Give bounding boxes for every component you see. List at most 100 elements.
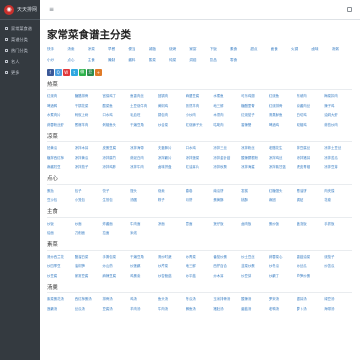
dish-link[interactable]: 包子 bbox=[75, 188, 103, 193]
dish-link[interactable]: 蒜泥白肉 bbox=[130, 155, 158, 160]
dish-link[interactable]: 香菇油菜 bbox=[297, 254, 325, 259]
category-link[interactable]: 素食 bbox=[230, 47, 250, 52]
category-link[interactable]: 卤味 bbox=[311, 47, 331, 52]
category-link[interactable]: 主食 bbox=[88, 58, 108, 63]
dish-link[interactable]: 干煸豆角 bbox=[130, 254, 158, 259]
dish-link[interactable]: 炒平菇 bbox=[186, 273, 214, 278]
dish-link[interactable]: 韭菜炒蛋 bbox=[241, 263, 269, 268]
dish-link[interactable]: 油焖笋 bbox=[75, 263, 103, 268]
dish-link[interactable]: 皮蛋豆腐 bbox=[102, 145, 130, 150]
dish-link[interactable]: 桃酥 bbox=[241, 197, 269, 202]
dish-link[interactable]: 月饼 bbox=[186, 197, 214, 202]
dish-link[interactable]: 盖浇饭 bbox=[297, 221, 325, 226]
dish-link[interactable]: 炒饭 bbox=[47, 221, 75, 226]
dish-link[interactable]: 烩面 bbox=[47, 230, 75, 235]
dish-link[interactable]: 虎皮青椒 bbox=[297, 164, 325, 169]
dish-link[interactable]: 木须肉 bbox=[213, 112, 241, 117]
dish-link[interactable]: 凉拌菠菜 bbox=[186, 155, 214, 160]
dish-link[interactable]: 香辣蟹 bbox=[241, 122, 269, 127]
dish-link[interactable]: 小炒肉 bbox=[186, 112, 214, 117]
dish-link[interactable]: 老鸭汤 bbox=[269, 306, 297, 311]
category-link[interactable]: 蒸菜 bbox=[149, 58, 169, 63]
dish-link[interactable]: 蒜蓉粉丝虾 bbox=[47, 122, 75, 127]
category-link[interactable]: 零食 bbox=[230, 58, 250, 63]
dish-link[interactable]: 麻酱豇豆 bbox=[47, 164, 75, 169]
dish-link[interactable]: 炒四季豆 bbox=[47, 263, 75, 268]
category-link[interactable]: 炖菜 bbox=[169, 58, 189, 63]
dish-link[interactable]: 糖醋里脊 bbox=[241, 103, 269, 108]
dish-link[interactable]: 炒青菜 bbox=[186, 254, 214, 259]
dish-link[interactable]: 春卷 bbox=[186, 188, 214, 193]
dish-link[interactable]: 孜然羊肉 bbox=[186, 103, 214, 108]
dish-link[interactable]: 凉拌粉丝 bbox=[241, 145, 269, 150]
dish-link[interactable]: 葱爆羊肉 bbox=[75, 122, 103, 127]
dish-link[interactable]: 炒木耳 bbox=[213, 273, 241, 278]
dish-link[interactable]: 凉拌黄瓜 bbox=[75, 155, 103, 160]
share-button[interactable]: f bbox=[47, 69, 54, 76]
share-button[interactable]: t bbox=[71, 69, 78, 76]
dish-link[interactable]: 梅菜扣肉 bbox=[324, 93, 352, 98]
dish-link[interactable]: 牛肉面 bbox=[130, 221, 158, 226]
dish-link[interactable]: 紫菜蛋花汤 bbox=[47, 296, 75, 301]
category-link[interactable]: 酱料 bbox=[128, 58, 148, 63]
dish-link[interactable]: 红烧茄子 bbox=[241, 112, 269, 117]
dish-link[interactable]: 绿豆汤 bbox=[324, 296, 352, 301]
share-button[interactable]: + bbox=[95, 69, 102, 76]
dish-link[interactable]: 炸酱面 bbox=[102, 221, 130, 226]
dish-link[interactable]: 馒头 bbox=[130, 188, 158, 193]
dish-link[interactable]: 炒芹菜 bbox=[158, 263, 186, 268]
category-link[interactable]: 早餐 bbox=[108, 47, 128, 52]
category-link[interactable]: 下饭 bbox=[210, 47, 230, 52]
dish-link[interactable]: 羊肉汤 bbox=[130, 306, 158, 311]
dish-link[interactable]: 炒杏鲍菇 bbox=[158, 273, 186, 278]
sidebar-item[interactable]: 名人 bbox=[0, 56, 40, 67]
dish-link[interactable]: 糖醋排骨 bbox=[75, 93, 103, 98]
dish-link[interactable]: 黄焖鸡 bbox=[158, 103, 186, 108]
category-link[interactable]: 便当 bbox=[128, 47, 148, 52]
category-link[interactable]: 快手 bbox=[47, 47, 67, 52]
dish-link[interactable]: 烧茄子 bbox=[324, 254, 352, 259]
dish-link[interactable]: 菌菇汤 bbox=[241, 306, 269, 311]
sidebar-item[interactable]: 菜谱分类 bbox=[0, 34, 40, 45]
dish-link[interactable]: 油焖大虾 bbox=[324, 112, 352, 117]
dish-link[interactable]: 凉拌海蜇 bbox=[241, 164, 269, 169]
category-link[interactable]: 小炒 bbox=[47, 58, 67, 63]
dish-link[interactable]: 葱油饼 bbox=[297, 188, 325, 193]
dish-link[interactable]: 老醋花生 bbox=[269, 145, 297, 150]
dish-link[interactable]: 地三鲜 bbox=[186, 263, 214, 268]
category-link[interactable]: 甜点 bbox=[250, 47, 270, 52]
dish-link[interactable]: 回锅肉 bbox=[158, 93, 186, 98]
dish-link[interactable]: 夫妻肺片 bbox=[158, 145, 186, 150]
dish-link[interactable]: 凉拌鸡胗 bbox=[102, 164, 130, 169]
search-icon[interactable] bbox=[347, 7, 352, 12]
dish-link[interactable]: 干锅花菜 bbox=[75, 103, 103, 108]
dish-link[interactable]: 鸡蛋羹 bbox=[130, 273, 158, 278]
dish-link[interactable]: 卤肉饭 bbox=[241, 221, 269, 226]
share-button[interactable]: W bbox=[63, 69, 70, 76]
dish-link[interactable]: 小笼包 bbox=[75, 197, 103, 202]
dish-link[interactable]: 手抓饭 bbox=[324, 221, 352, 226]
dish-link[interactable]: 土豆烧牛肉 bbox=[130, 103, 158, 108]
dish-link[interactable]: 凉拌苦瓜 bbox=[324, 155, 352, 160]
dish-link[interactable]: 凉拌金针菇 bbox=[213, 155, 241, 160]
dish-link[interactable]: 排骨汤 bbox=[102, 296, 130, 301]
dish-link[interactable]: 萝卜汤 bbox=[297, 306, 325, 311]
share-button[interactable]: Q bbox=[55, 69, 62, 76]
dish-link[interactable]: 发糕 bbox=[241, 188, 269, 193]
dish-link[interactable]: 酸菜鱼 bbox=[102, 103, 130, 108]
category-link[interactable]: 汤羹 bbox=[67, 47, 87, 52]
dish-link[interactable]: 口水鸡 bbox=[102, 112, 130, 117]
category-link[interactable]: 火锅 bbox=[291, 47, 311, 52]
dish-link[interactable]: 凉拌木耳 bbox=[75, 145, 103, 150]
dish-link[interactable]: 家常豆腐 bbox=[75, 273, 103, 278]
dish-link[interactable]: 拉面 bbox=[102, 230, 130, 235]
dish-link[interactable]: 酸辣蕨根粉 bbox=[241, 155, 269, 160]
dish-link[interactable]: 凉面 bbox=[158, 221, 186, 226]
category-link[interactable]: 烧烤 bbox=[169, 47, 189, 52]
dish-link[interactable]: 凉拌鸡丝 bbox=[269, 155, 297, 160]
dish-link[interactable]: 炒豆芽 bbox=[241, 273, 269, 278]
dish-link[interactable]: 麻辣豆腐 bbox=[102, 273, 130, 278]
dish-link[interactable]: 凉拌秋葵 bbox=[213, 164, 241, 169]
dish-link[interactable]: 丝瓜汤 bbox=[75, 306, 103, 311]
dish-link[interactable]: 炒土豆丝 bbox=[241, 254, 269, 259]
